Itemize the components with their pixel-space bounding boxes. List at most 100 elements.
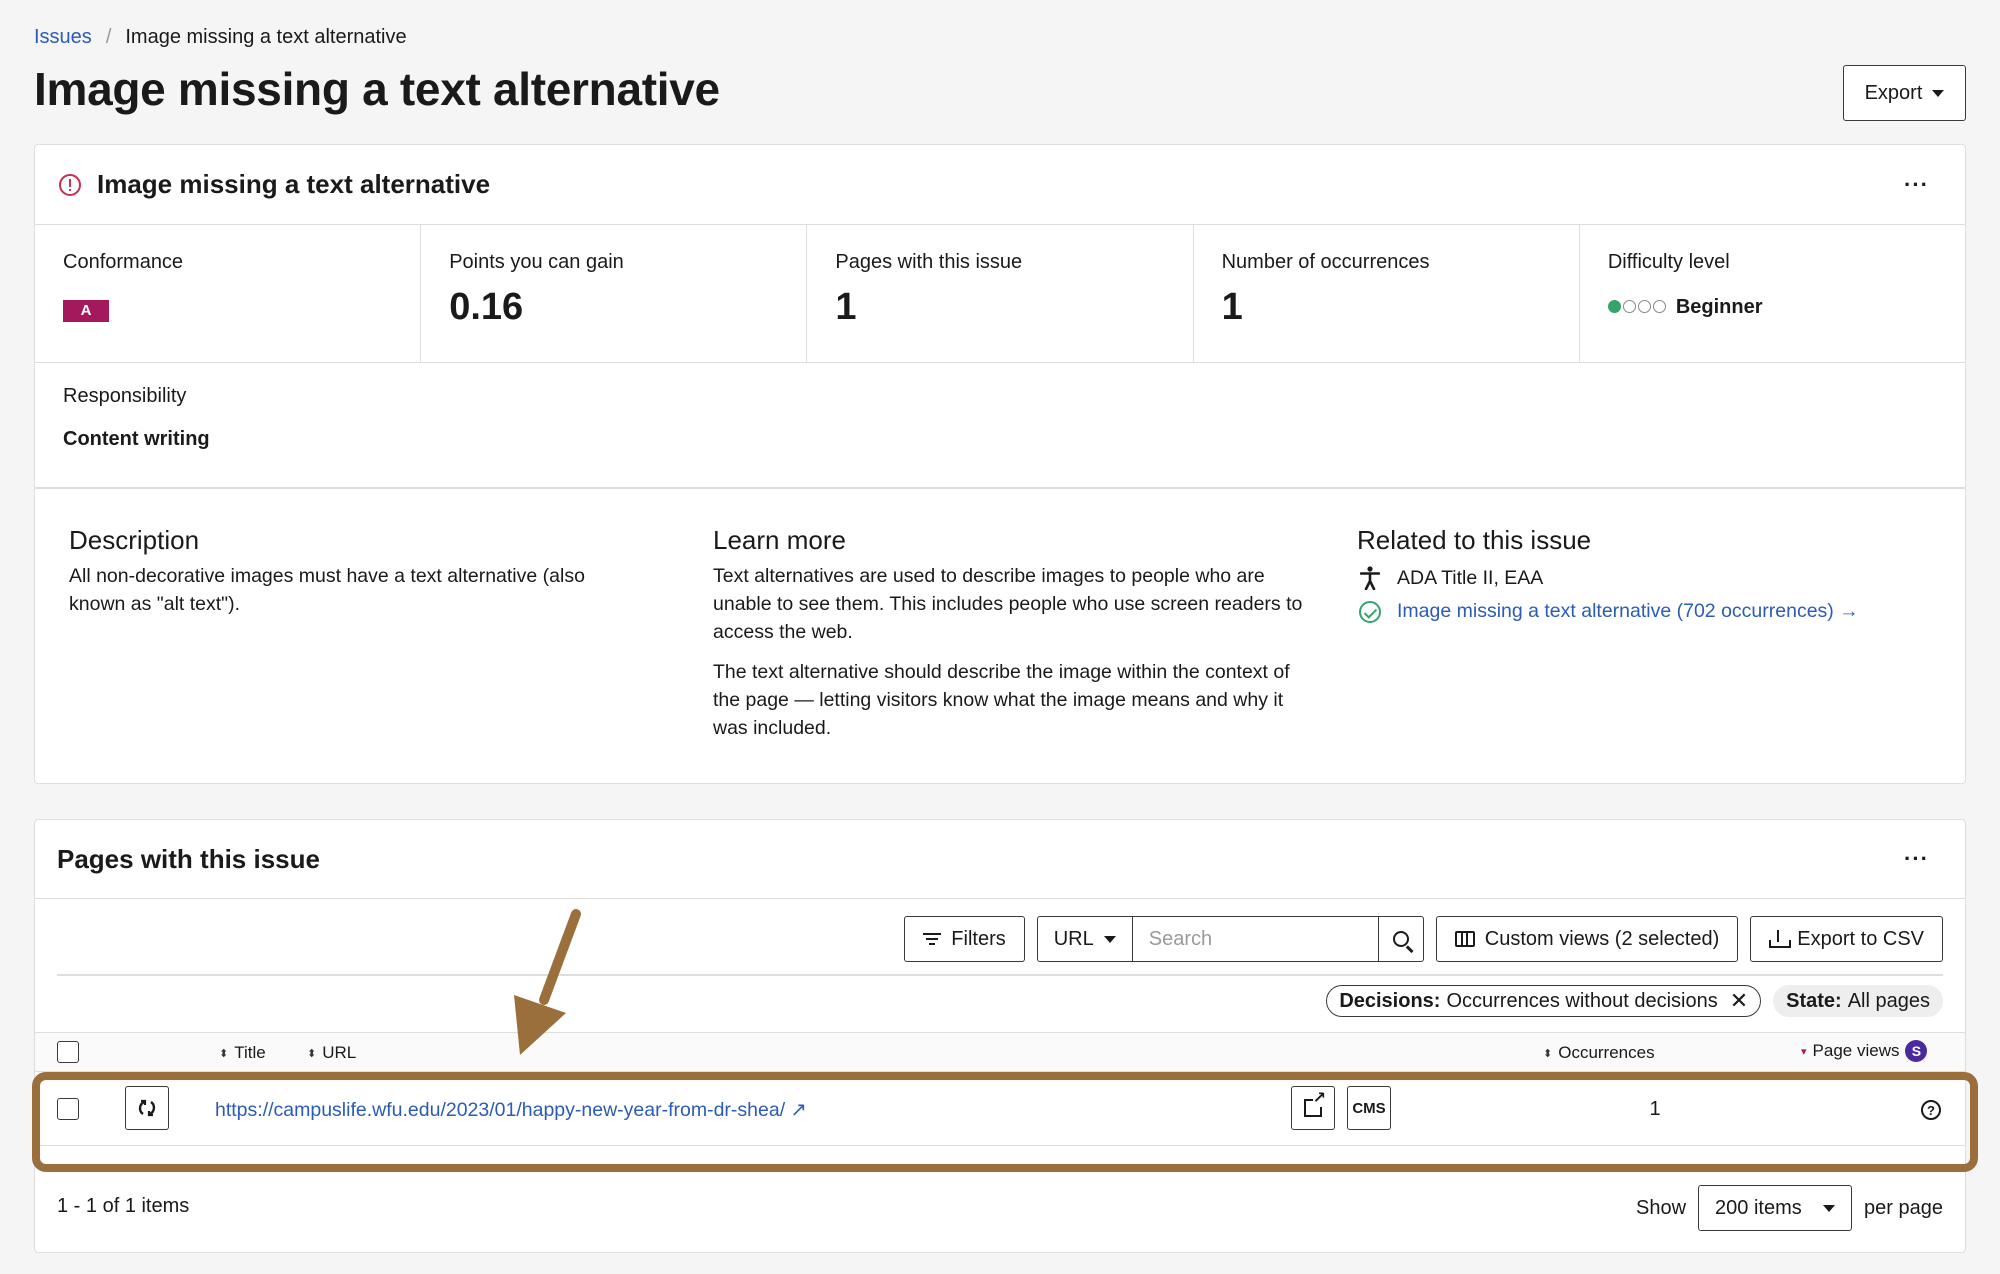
related-issue-link[interactable]: Image missing a text alternative (702 oc…	[1397, 600, 1859, 623]
issue-card: Image missing a text alternative ··· Con…	[34, 144, 1966, 784]
page-views-source-icon: S	[1905, 1040, 1928, 1062]
filter-icon	[923, 933, 942, 945]
table-row: https://campuslife.wfu.edu/2023/01/happy…	[35, 1072, 1965, 1146]
columns-icon	[1454, 931, 1475, 947]
open-page-button[interactable]	[1291, 1086, 1335, 1130]
chip-label: Decisions:	[1339, 989, 1441, 1012]
active-filters: Decisions: Occurrences without decisions…	[1326, 985, 1943, 1017]
responsibility-label: Responsibility	[63, 385, 187, 407]
sort-icon: ⬍	[307, 1047, 317, 1060]
page-size-value: 200 items	[1715, 1196, 1802, 1219]
per-page-label: per page	[1864, 1196, 1943, 1219]
row-occurrences: 1	[1649, 1098, 1661, 1120]
chevron-down-icon	[1103, 935, 1116, 943]
column-header-url[interactable]: ⬍ URL	[307, 1043, 356, 1063]
metric-points: Points you can gain 0.16	[421, 225, 808, 362]
learn-more-text: The text alternative should describe the…	[713, 661, 1290, 739]
pages-card-title: Pages with this issue	[57, 843, 320, 874]
related-standards: ADA Title II, EAA	[1357, 566, 1957, 590]
recheck-button[interactable]	[125, 1086, 169, 1130]
learn-more-text: Text alternatives are used to describe i…	[713, 565, 1303, 643]
search-field-label: URL	[1053, 927, 1094, 950]
responsibility-value: Content writing	[63, 428, 210, 450]
column-header-page-views[interactable]: ▾ Page views S	[1801, 1040, 1928, 1062]
metric-label: Conformance	[63, 251, 184, 273]
issue-card-header: Image missing a text alternative ···	[35, 145, 1965, 225]
difficulty-dot-empty	[1637, 300, 1651, 313]
sort-icon: ⬍	[219, 1047, 229, 1060]
column-url-label: URL	[322, 1043, 357, 1062]
pages-card: Pages with this issue ··· Filters URL Cu…	[34, 819, 1966, 1253]
page-url-link[interactable]: https://campuslife.wfu.edu/2023/01/happy…	[215, 1098, 807, 1122]
metric-occurrences: Number of occurrences 1	[1194, 225, 1580, 362]
metric-label: Pages with this issue	[835, 251, 1023, 273]
alert-circle-icon	[59, 173, 81, 196]
responsibility: Responsibility Content writing	[63, 385, 210, 451]
search-icon	[1392, 931, 1409, 947]
related-section: Related to this issue ADA Title II, EAA …	[1357, 525, 1957, 623]
pagination-range: 1 - 1 of 1 items	[57, 1195, 190, 1217]
export-button[interactable]: Export	[1843, 65, 1966, 121]
description-heading: Description	[69, 525, 200, 555]
metric-label: Number of occurrences	[1221, 251, 1430, 273]
row-checkbox[interactable]	[57, 1098, 79, 1120]
sort-descending-icon: ▾	[1801, 1045, 1807, 1058]
column-header-occurrences[interactable]: ⬍ Occurrences	[1543, 1043, 1655, 1063]
description-section: Description All non-decorative images mu…	[69, 525, 629, 618]
chevron-down-icon	[1823, 1204, 1836, 1212]
difficulty-dot-filled	[1607, 300, 1621, 313]
page-size-select[interactable]: 200 items	[1698, 1185, 1853, 1231]
related-issue: Image missing a text alternative (702 oc…	[1357, 600, 1957, 623]
breadcrumb-issues-link[interactable]: Issues	[34, 26, 92, 49]
more-options-button[interactable]: ···	[1904, 172, 1929, 198]
filters-label: Filters	[951, 927, 1006, 950]
table-toolbar: Filters URL Custom views (2 selected) Ex…	[904, 916, 1943, 962]
related-heading: Related to this issue	[1357, 525, 1592, 555]
metric-label: Points you can gain	[449, 251, 624, 273]
download-icon	[1769, 930, 1792, 948]
breadcrumb: Issues / Image missing a text alternativ…	[34, 26, 407, 49]
metric-pages: Pages with this issue 1	[807, 225, 1194, 362]
filters-button[interactable]: Filters	[904, 916, 1025, 962]
search-button[interactable]	[1377, 916, 1424, 962]
show-label: Show	[1636, 1196, 1687, 1219]
chip-label: State:	[1786, 989, 1842, 1012]
sort-icon: ⬍	[1543, 1047, 1553, 1060]
metric-difficulty: Difficulty level Beginner	[1580, 225, 1965, 362]
accessibility-icon	[1357, 566, 1383, 590]
export-button-label: Export	[1864, 81, 1923, 104]
chip-value: All pages	[1847, 989, 1930, 1012]
custom-views-button[interactable]: Custom views (2 selected)	[1435, 916, 1739, 962]
breadcrumb-separator: /	[105, 26, 112, 48]
refresh-icon	[138, 1099, 156, 1117]
chevron-down-icon	[1932, 89, 1945, 97]
check-circle-icon	[1357, 600, 1383, 623]
column-occurrences-label: Occurrences	[1558, 1043, 1655, 1062]
external-link-icon	[1304, 1091, 1326, 1117]
difficulty-dot-empty	[1622, 300, 1636, 313]
column-header-title[interactable]: ⬍ Title	[219, 1043, 266, 1063]
cms-button[interactable]: CMS	[1347, 1086, 1391, 1130]
pagination-size: Show 200 items per page	[1636, 1185, 1943, 1231]
decisions-filter-chip[interactable]: Decisions: Occurrences without decisions…	[1326, 985, 1762, 1017]
column-page-views-label: Page views	[1812, 1041, 1900, 1060]
issue-card-title: Image missing a text alternative	[97, 169, 491, 199]
learn-more-section: Learn more Text alternatives are used to…	[713, 525, 1313, 742]
state-filter-chip[interactable]: State: All pages	[1773, 985, 1943, 1017]
export-csv-label: Export to CSV	[1797, 927, 1924, 950]
metric-value: 1	[1221, 286, 1243, 328]
conformance-badge: A	[63, 300, 109, 322]
more-options-button[interactable]: ···	[1904, 846, 1929, 872]
divider	[57, 974, 1943, 976]
pages-card-header: Pages with this issue ···	[35, 820, 1965, 899]
difficulty-label: Beginner	[1675, 296, 1763, 318]
breadcrumb-current: Image missing a text alternative	[125, 26, 407, 48]
help-icon[interactable]: ?	[1921, 1100, 1941, 1120]
chip-value: Occurrences without decisions	[1446, 989, 1718, 1012]
export-csv-button[interactable]: Export to CSV	[1750, 916, 1943, 962]
select-all-checkbox[interactable]	[57, 1041, 79, 1063]
search-input[interactable]	[1131, 916, 1378, 962]
search-field-select[interactable]: URL	[1036, 916, 1132, 962]
custom-views-label: Custom views (2 selected)	[1484, 927, 1720, 950]
close-icon[interactable]: ✕	[1730, 988, 1748, 1014]
